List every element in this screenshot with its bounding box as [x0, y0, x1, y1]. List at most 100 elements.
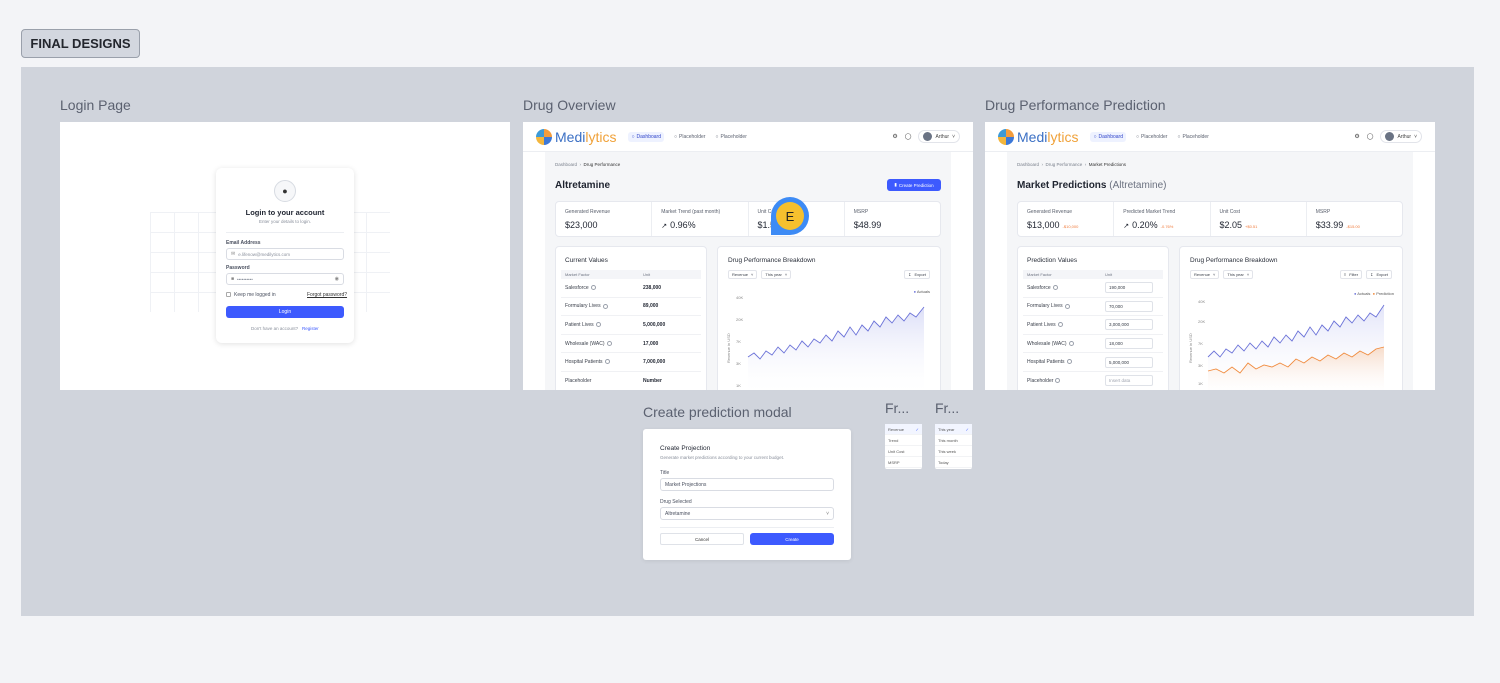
- export-button[interactable]: ↧ Export: [904, 270, 930, 279]
- user-menu[interactable]: Arthur ˅: [918, 130, 960, 143]
- dropdown-option[interactable]: This month: [935, 435, 972, 446]
- table-row: Wholesale (WAC) 17,000: [561, 335, 701, 354]
- actuals-area: [748, 307, 924, 390]
- frame-label-login[interactable]: Login Page: [60, 97, 131, 113]
- frame-label-fr2[interactable]: Fr...: [935, 400, 959, 416]
- bell-icon[interactable]: ◯: [1367, 133, 1374, 140]
- info-icon[interactable]: [602, 303, 608, 309]
- overview-line-chart: 40K 20K 7K 3K 1K Revenue in USD: [726, 295, 925, 390]
- forgot-password-link[interactable]: Forgot password?: [307, 292, 347, 298]
- unit-input[interactable]: 18,000: [1105, 338, 1153, 350]
- factor-name: Placeholder: [1027, 378, 1105, 384]
- collaborator-cursor[interactable]: E: [771, 197, 809, 235]
- unit-input[interactable]: 190,000: [1105, 282, 1153, 294]
- frame-label-modal[interactable]: Create prediction modal: [643, 404, 792, 420]
- breadcrumb-dashboard[interactable]: Dashboard: [1017, 162, 1039, 167]
- breadcrumb-dashboard[interactable]: Dashboard: [555, 162, 577, 167]
- dropdown-option[interactable]: This week: [935, 446, 972, 457]
- avatar: [923, 132, 933, 141]
- table-header: Market Factor Unit: [1023, 270, 1163, 279]
- nav-dashboard[interactable]: ○ Dashboard: [628, 131, 664, 142]
- drug-select[interactable]: Altretamine ˅: [660, 507, 834, 520]
- dropdown-option[interactable]: This year ✓: [935, 424, 972, 435]
- period-select[interactable]: This year ˅: [1223, 270, 1254, 279]
- frame-label-overview[interactable]: Drug Overview: [523, 97, 616, 113]
- tick-label: 40K: [736, 295, 743, 300]
- info-icon[interactable]: [595, 322, 601, 328]
- info-icon[interactable]: [1055, 377, 1061, 383]
- breadcrumb-drug-performance[interactable]: Drug Performance: [584, 162, 621, 167]
- unit-input[interactable]: 3,000,000: [1105, 319, 1153, 331]
- info-icon[interactable]: [606, 340, 612, 346]
- remember-label: Keep me logged in: [234, 292, 276, 298]
- info-icon[interactable]: [1068, 340, 1074, 346]
- user-menu[interactable]: Arthur ˅: [1380, 130, 1422, 143]
- breadcrumb-drug-performance[interactable]: Drug Performance: [1046, 162, 1083, 167]
- login-button[interactable]: Login: [226, 306, 344, 318]
- nav-placeholder-2[interactable]: ○ Placeholder: [715, 132, 746, 142]
- create-button[interactable]: Create: [750, 533, 834, 545]
- chart-icon: ▮: [894, 182, 897, 187]
- dropdown-option[interactable]: MSRP: [885, 457, 922, 468]
- password-field[interactable]: ■ •••••••••• ◉: [226, 273, 344, 285]
- no-account-text: Don't have an account?: [251, 326, 299, 331]
- period-dropdown-frame: This year ✓ This month This week Today: [935, 424, 972, 469]
- info-icon[interactable]: [604, 359, 610, 365]
- export-button[interactable]: ↧ Export: [1366, 270, 1392, 279]
- nav-placeholder-1[interactable]: ○ Placeholder: [1136, 132, 1167, 142]
- section-tag[interactable]: FINAL DESIGNS: [21, 29, 140, 58]
- metric-select[interactable]: Revenue ˅: [1190, 270, 1220, 279]
- logo-icon: [536, 128, 552, 145]
- info-icon[interactable]: [1052, 284, 1058, 290]
- filter-button[interactable]: ≡ Filter: [1339, 270, 1363, 279]
- dropdown-option[interactable]: Trend: [885, 435, 922, 446]
- email-field[interactable]: ✉ e.lifenow@medilytics.com: [226, 248, 344, 260]
- dropdown-option[interactable]: Today: [935, 457, 972, 468]
- table-row: Salesforce 190,000: [1023, 279, 1163, 298]
- period-select[interactable]: This year ˅: [761, 270, 792, 279]
- avatar: [1385, 132, 1395, 141]
- metric-dropdown-frame: Revenue ✓ Trend Unit Cost MSRP: [885, 424, 922, 469]
- collaborator-initial: E: [776, 202, 804, 230]
- settings-icon[interactable]: ⚙: [1354, 133, 1359, 140]
- create-prediction-button[interactable]: ▮ Create Prediction: [887, 179, 941, 191]
- register-link[interactable]: Register: [302, 326, 319, 331]
- remember-checkbox[interactable]: [226, 292, 231, 297]
- dropdown-option[interactable]: Revenue ✓: [885, 424, 922, 435]
- logo[interactable]: Medilytics: [555, 129, 616, 145]
- cancel-button[interactable]: Cancel: [660, 533, 744, 545]
- factor-name: Patient Lives: [565, 322, 643, 328]
- eye-icon[interactable]: ◉: [335, 276, 339, 282]
- unit-input[interactable]: 5,000,000: [1105, 356, 1153, 368]
- trend-up-icon: ↗: [661, 223, 668, 230]
- password-label: Password: [226, 265, 250, 271]
- divider: [226, 232, 344, 233]
- bell-icon[interactable]: ◯: [905, 133, 912, 140]
- panel-title: Prediction Values: [1027, 257, 1078, 264]
- nav-placeholder-2[interactable]: ○ Placeholder: [1177, 132, 1208, 142]
- panel-title: Current Values: [565, 257, 608, 264]
- download-icon: ↧: [908, 272, 912, 277]
- unit-input[interactable]: Insert data: [1105, 375, 1153, 387]
- metric-select[interactable]: Revenue ˅: [728, 270, 758, 279]
- top-navbar: Medilytics ○ Dashboard ○ Placeholder ○ P…: [985, 122, 1435, 152]
- dropdown-option[interactable]: Unit Cost: [885, 446, 922, 457]
- info-icon[interactable]: [590, 284, 596, 290]
- breadcrumb-market-predictions[interactable]: Market Predictions: [1089, 162, 1126, 167]
- info-icon[interactable]: [1064, 303, 1070, 309]
- nav-placeholder-1[interactable]: ○ Placeholder: [674, 132, 705, 142]
- login-title: Login to your account: [245, 208, 325, 217]
- nav-dashboard[interactable]: ○ Dashboard: [1090, 131, 1126, 142]
- info-icon[interactable]: [1066, 359, 1072, 365]
- unit-input[interactable]: 70,000: [1105, 300, 1153, 312]
- stat-revenue: Generated Revenue $23,000: [556, 202, 653, 236]
- title-input[interactable]: Market Projections: [660, 478, 834, 491]
- filter-icon: ≡: [1343, 272, 1347, 277]
- download-icon: ↧: [1370, 272, 1374, 277]
- frame-label-prediction[interactable]: Drug Performance Prediction: [985, 97, 1166, 113]
- frame-label-fr1[interactable]: Fr...: [885, 400, 909, 416]
- chart-panel: Drug Performance Breakdown Revenue ˅ This…: [1179, 246, 1403, 390]
- logo[interactable]: Medilytics: [1017, 129, 1078, 145]
- settings-icon[interactable]: ⚙: [892, 133, 897, 140]
- info-icon[interactable]: [1057, 322, 1063, 328]
